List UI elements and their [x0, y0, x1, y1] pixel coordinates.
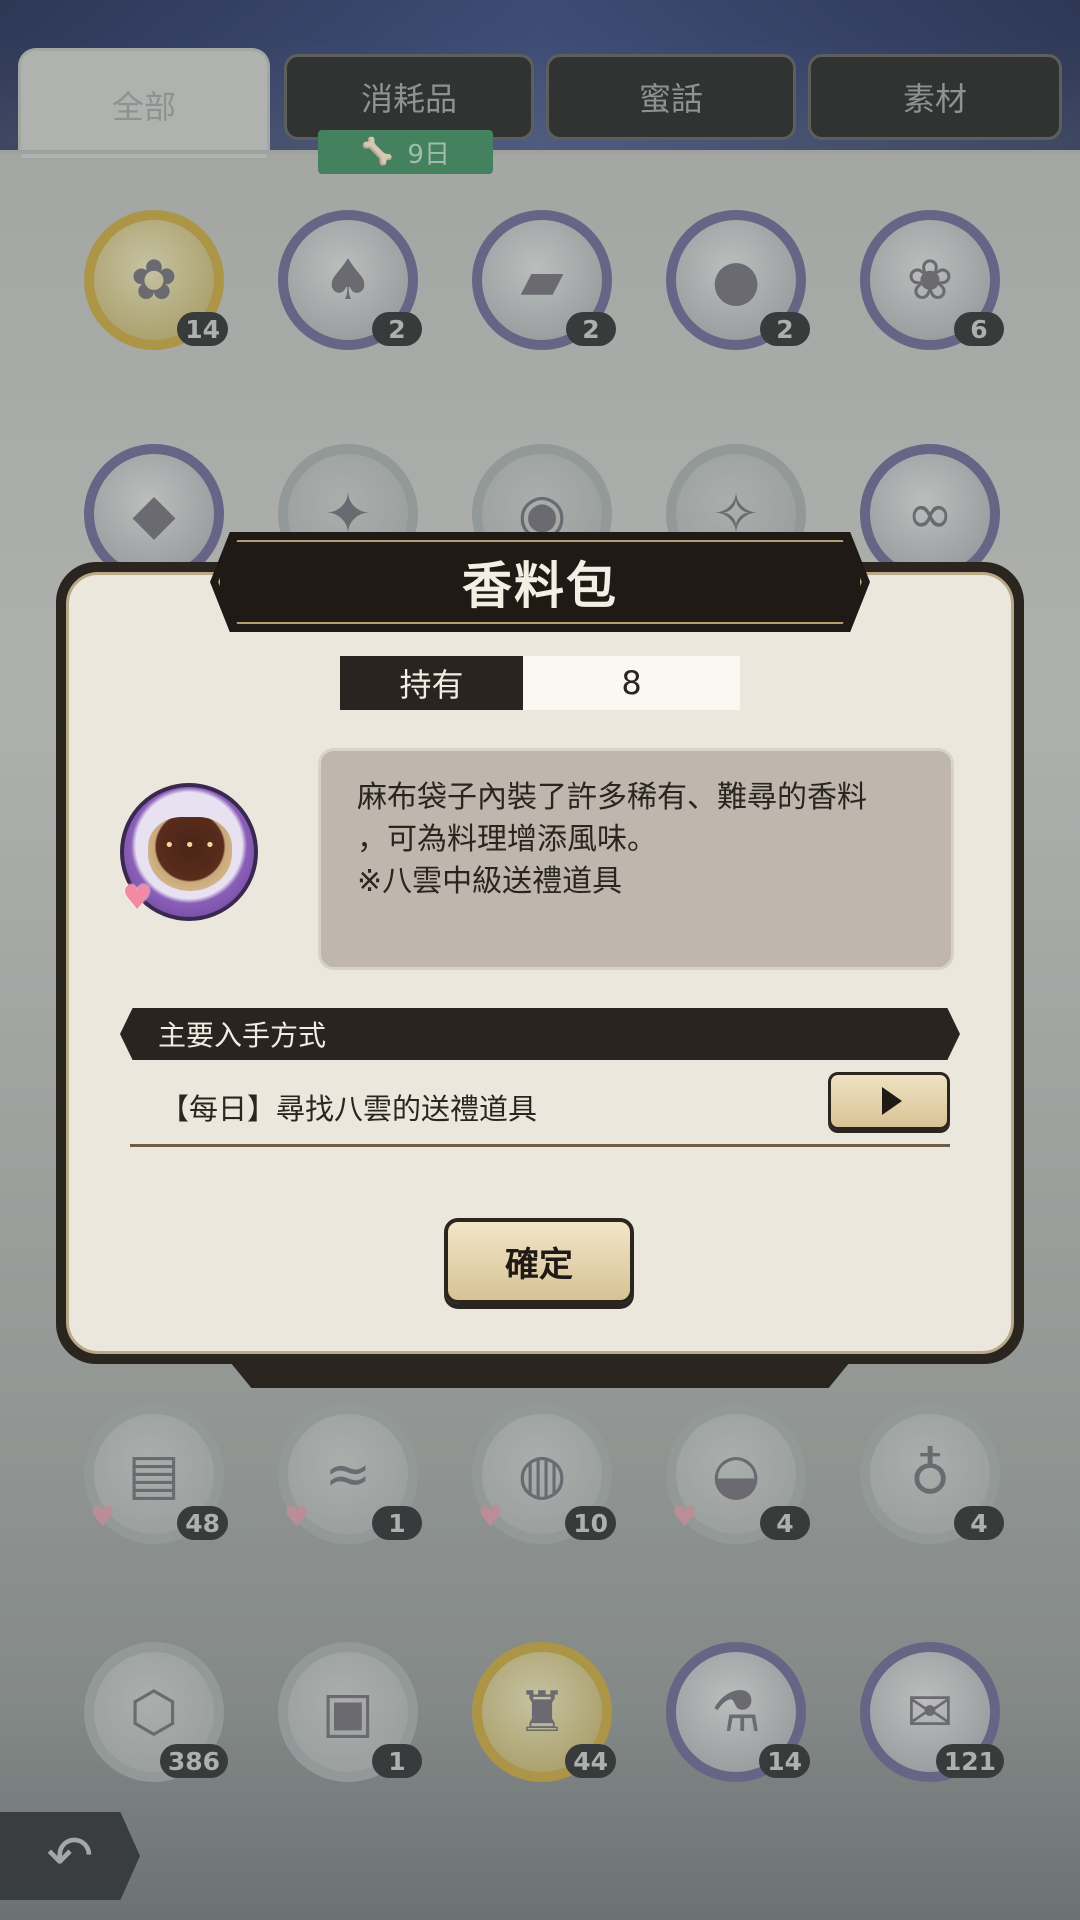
- owned-count: 持有 8: [340, 656, 740, 710]
- acquisition-row: 【每日】尋找八雲的送禮道具: [130, 1070, 950, 1147]
- description-line: ，可為料理增添風味。: [357, 822, 657, 857]
- spice-dots-graphic: • • •: [164, 835, 218, 856]
- acquisition-header: 主要入手方式: [120, 1008, 960, 1060]
- item-description: 麻布袋子內裝了許多稀有、難尋的香料 ，可為料理增添風味。 ※八雲中級送禮道具: [318, 748, 954, 970]
- description-line: 麻布袋子內裝了許多稀有、難尋的香料: [357, 780, 867, 815]
- acquisition-item-text: 【每日】尋找八雲的送禮道具: [160, 1092, 538, 1126]
- description-line: ※八雲中級送禮道具: [357, 864, 623, 899]
- confirm-button[interactable]: 確定: [444, 1218, 634, 1304]
- owned-label: 持有: [340, 656, 523, 710]
- go-to-source-button[interactable]: [828, 1072, 950, 1130]
- spice-bag-icon: • • • ♥: [120, 783, 258, 921]
- modal-title: 香料包: [462, 557, 618, 615]
- play-arrow-icon: [882, 1087, 902, 1115]
- modal-title-banner: 香料包: [210, 532, 870, 632]
- owned-value: 8: [523, 656, 740, 710]
- heart-icon: ♥: [122, 878, 153, 918]
